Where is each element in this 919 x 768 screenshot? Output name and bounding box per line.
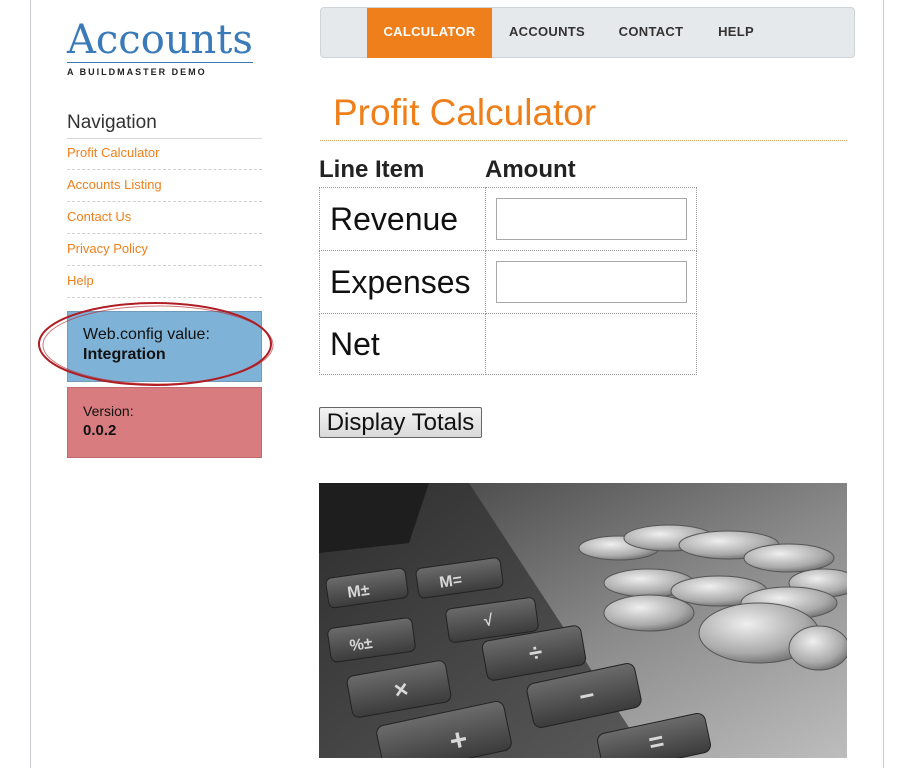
logo-subtitle: A BUILDMASTER DEMO bbox=[67, 67, 207, 77]
sidebar-nav: Profit Calculator Accounts Listing Conta… bbox=[67, 138, 262, 298]
page-title: Profit Calculator bbox=[333, 92, 597, 133]
tab-contact[interactable]: CONTACT bbox=[602, 8, 700, 58]
version-box: Version: 0.0.2 bbox=[67, 387, 262, 458]
sidebar-item-help: Help bbox=[67, 266, 262, 298]
tab-calculator[interactable]: CALCULATOR bbox=[367, 8, 492, 58]
revenue-cell bbox=[485, 187, 697, 251]
sidebar-link-accounts-listing[interactable]: Accounts Listing bbox=[67, 177, 162, 192]
column-header-line-item: Line Item bbox=[319, 156, 425, 183]
display-totals-button[interactable]: Display Totals bbox=[319, 407, 482, 438]
version-value: 0.0.2 bbox=[83, 422, 117, 439]
title-divider bbox=[320, 140, 847, 141]
net-value bbox=[485, 313, 697, 375]
sidebar-link-help[interactable]: Help bbox=[67, 273, 94, 288]
net-label: Net bbox=[319, 313, 486, 375]
sidebar-item-accounts-listing: Accounts Listing bbox=[67, 170, 262, 202]
expenses-input[interactable] bbox=[496, 261, 687, 303]
site-logo[interactable]: Accounts A BUILDMASTER DEMO bbox=[67, 18, 253, 77]
table-row-net: Net bbox=[319, 313, 697, 375]
sidebar-item-privacy-policy: Privacy Policy bbox=[67, 234, 262, 266]
expenses-cell bbox=[485, 250, 697, 314]
expenses-label: Expenses bbox=[319, 250, 486, 314]
sidebar-link-contact-us[interactable]: Contact Us bbox=[67, 209, 131, 224]
calculator-coins-photo: M± M= %± √ × ÷ + − = bbox=[319, 483, 847, 758]
svg-text:M=: M= bbox=[438, 572, 463, 592]
table-row-revenue: Revenue bbox=[319, 187, 697, 251]
sidebar-item-contact-us: Contact Us bbox=[67, 202, 262, 234]
highlight-annotation-ellipse bbox=[38, 302, 274, 386]
table-row-expenses: Expenses bbox=[319, 250, 697, 314]
tab-accounts[interactable]: ACCOUNTS bbox=[492, 8, 602, 58]
svg-text:%±: %± bbox=[349, 635, 374, 655]
svg-text:M±: M± bbox=[346, 582, 370, 602]
sidebar-link-privacy-policy[interactable]: Privacy Policy bbox=[67, 241, 148, 256]
revenue-label: Revenue bbox=[319, 187, 486, 251]
calculator-table: Revenue Expenses Net bbox=[319, 187, 697, 375]
sidebar-item-profit-calculator: Profit Calculator bbox=[67, 138, 262, 170]
top-navigation: CALCULATOR ACCOUNTS CONTACT HELP bbox=[320, 7, 855, 58]
version-label: Version: bbox=[83, 403, 134, 419]
revenue-input[interactable] bbox=[496, 198, 687, 240]
sidebar-heading: Navigation bbox=[67, 112, 262, 139]
logo-title: Accounts bbox=[67, 17, 253, 63]
sidebar-link-profit-calculator[interactable]: Profit Calculator bbox=[67, 145, 159, 160]
column-header-amount: Amount bbox=[485, 156, 576, 183]
tab-help[interactable]: HELP bbox=[700, 8, 772, 58]
